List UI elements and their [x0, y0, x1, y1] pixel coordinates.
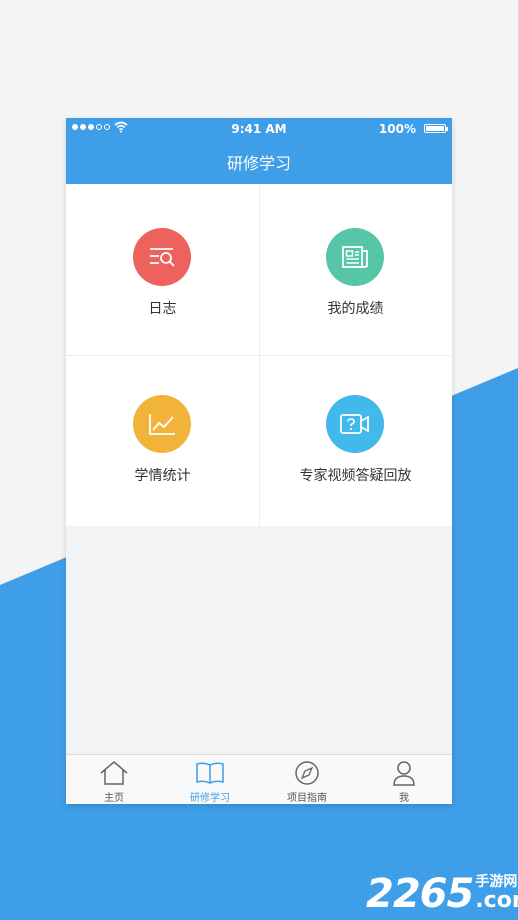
watermark-domain: .com: [475, 888, 518, 913]
video-question-icon: [326, 395, 384, 453]
tab-label: 研修学习: [190, 793, 230, 804]
person-icon: [393, 761, 415, 786]
grid-item-expert-video-replay[interactable]: 专家视频答疑回放: [259, 355, 452, 526]
tab-project-guide[interactable]: 项目指南: [259, 755, 355, 804]
line-chart-icon: [133, 395, 191, 453]
tab-study[interactable]: 研修学习: [162, 755, 258, 804]
watermark-number: 2265: [366, 871, 474, 917]
battery-icon: [424, 124, 448, 133]
battery-percentage: 100%: [378, 122, 416, 136]
tab-label: 项目指南: [287, 793, 327, 804]
tab-home[interactable]: 主页: [66, 755, 162, 804]
page-title: 研修学习: [226, 154, 291, 173]
grid-item-label: 日志: [148, 301, 177, 317]
grid-item-log[interactable]: 日志: [66, 184, 259, 355]
tab-bar: 主页 研修学习 项目指南 我: [66, 754, 452, 804]
log-search-icon: [133, 228, 191, 286]
feature-grid: 日志 我的成绩 学情统计 专家视频答疑回放: [66, 184, 452, 526]
phone-screen: 9:41 AM 100% 研修学习 日志 我的成绩 学情统计 专家视频答疑回放 …: [66, 118, 452, 804]
watermark-logo: 2265 手游网 .com: [366, 866, 518, 916]
grid-item-label: 我的成绩: [327, 301, 384, 317]
tab-me[interactable]: 我: [356, 755, 452, 804]
book-icon: [196, 762, 224, 784]
grid-item-label: 专家视频答疑回放: [299, 468, 412, 484]
grid-item-label: 学情统计: [134, 468, 191, 484]
home-icon: [100, 761, 128, 785]
status-bar: 9:41 AM 100%: [66, 118, 452, 140]
newspaper-icon: [326, 228, 384, 286]
grid-item-my-grades[interactable]: 我的成绩: [259, 184, 452, 355]
navigation-bar: 研修学习: [66, 140, 452, 184]
grid-item-learning-stats[interactable]: 学情统计: [66, 355, 259, 526]
compass-icon: [295, 761, 319, 785]
tab-label: 主页: [104, 793, 124, 804]
tab-label: 我: [399, 793, 409, 804]
